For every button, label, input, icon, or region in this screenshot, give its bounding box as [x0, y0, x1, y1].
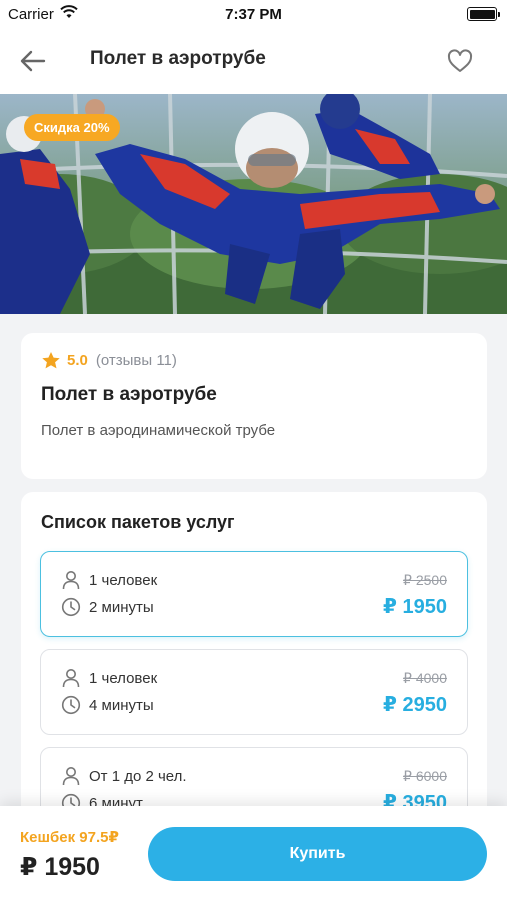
package-people: 1 человек [61, 668, 157, 688]
package-old-price: ₽ 6000 [403, 768, 447, 784]
package-people: От 1 до 2 чел. [61, 766, 187, 786]
status-left: Carrier [8, 5, 78, 23]
service-description: Полет в аэродинамической трубе [41, 422, 276, 439]
star-icon [42, 352, 60, 369]
package-duration-label: 4 минуты [89, 696, 154, 714]
heart-icon [447, 49, 473, 72]
service-title: Полет в аэротрубе [41, 384, 217, 405]
rating-value: 5.0 [67, 352, 88, 369]
battery-icon [467, 7, 500, 21]
wifi-icon [60, 5, 78, 23]
package-option-1[interactable]: 1 человек 2 минуты ₽ 2500 ₽ 1950 [40, 551, 468, 637]
package-price: ₽ 2950 [383, 694, 447, 716]
reviews-count[interactable]: (отзывы 11) [96, 352, 177, 369]
package-people-label: От 1 до 2 чел. [89, 767, 187, 785]
arrow-left-icon [20, 50, 46, 72]
total-price: ₽ 1950 [20, 853, 100, 881]
package-option-2[interactable]: 1 человек 4 минуты ₽ 4000 ₽ 2950 [40, 649, 468, 735]
package-people: 1 человек [61, 570, 157, 590]
status-bar: Carrier 7:37 PM [0, 0, 507, 28]
clock-icon [61, 597, 81, 617]
hero-image: Скидка 20% [0, 94, 507, 314]
rating-row: 5.0 (отзывы 11) [41, 351, 467, 370]
carrier-label: Carrier [8, 5, 54, 23]
person-icon [61, 668, 81, 688]
package-duration: 4 минуты [61, 695, 154, 715]
package-price: ₽ 1950 [383, 596, 447, 618]
package-old-price: ₽ 4000 [403, 670, 447, 686]
back-button[interactable] [16, 44, 50, 78]
cashback-label: Кешбек 97.5₽ [20, 829, 119, 846]
packages-title: Список пакетов услуг [41, 512, 235, 532]
buy-button[interactable]: Купить [148, 827, 487, 881]
package-people-label: 1 человек [89, 571, 158, 589]
person-icon [61, 570, 81, 590]
package-old-price: ₽ 2500 [403, 572, 447, 588]
info-card: 5.0 (отзывы 11) Полет в аэротрубе Полет … [21, 333, 487, 479]
discount-badge: Скидка 20% [24, 114, 120, 141]
bottom-bar: Кешбек 97.5₽ ₽ 1950 Купить [0, 806, 507, 900]
favorite-button[interactable] [443, 44, 477, 78]
package-people-label: 1 человек [89, 669, 158, 687]
page-title: Полет в аэротрубе [90, 48, 266, 69]
person-icon [61, 766, 81, 786]
package-duration: 2 минуты [61, 597, 154, 617]
package-duration-label: 2 минуты [89, 598, 154, 616]
clock-icon [61, 695, 81, 715]
nav-bar: Полет в аэротрубе [0, 28, 507, 94]
